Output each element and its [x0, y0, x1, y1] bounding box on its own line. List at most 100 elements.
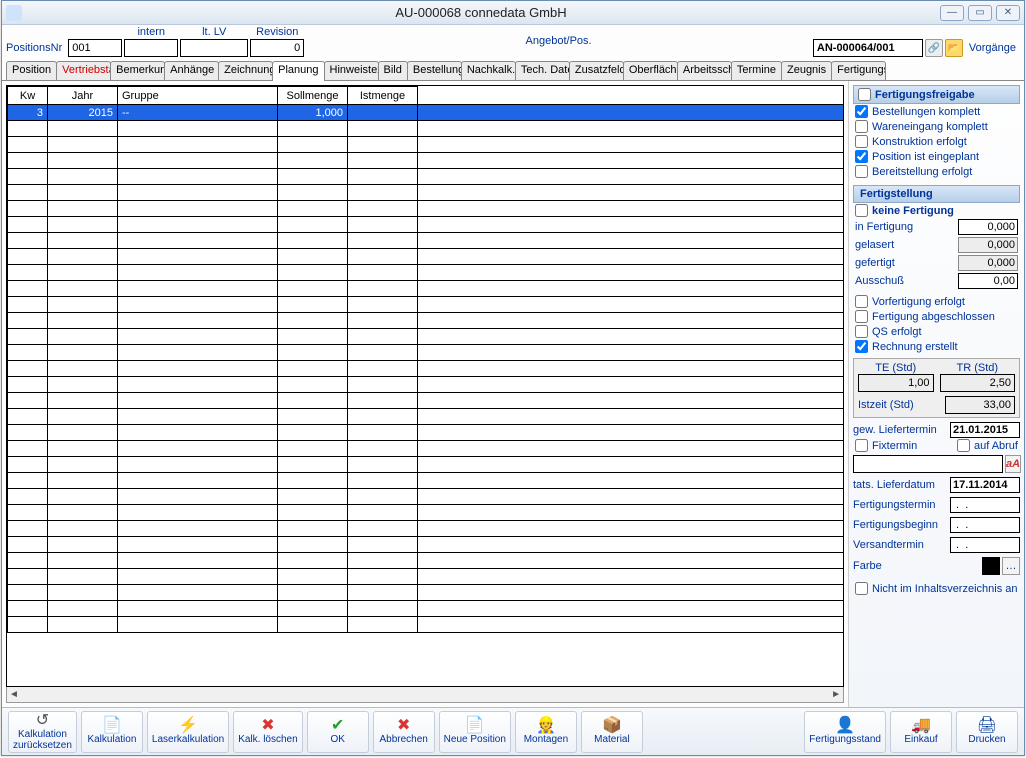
btn-kalkulation[interactable]: 📄Kalkulation — [81, 711, 143, 753]
check-rechnung-erstellt[interactable] — [855, 340, 868, 353]
field-in-fertigung[interactable] — [958, 219, 1018, 235]
horizontal-scrollbar[interactable]: ◄► — [6, 687, 844, 703]
table-row[interactable] — [8, 201, 844, 217]
fixtermin-checkbox[interactable] — [855, 439, 868, 452]
tats-lieferdatum-input[interactable] — [950, 477, 1020, 493]
tab-zeichnung[interactable]: Zeichnung — [218, 61, 273, 80]
btn-laserkalkulation[interactable]: ⚡Laserkalkulation — [147, 711, 229, 753]
positionsnr-input[interactable] — [68, 39, 122, 57]
table-row[interactable] — [8, 569, 844, 585]
table-row[interactable] — [8, 489, 844, 505]
tab-bemerkung[interactable]: Bemerkung — [110, 61, 165, 80]
btn-abbrechen[interactable]: ✖Abbrechen — [373, 711, 435, 753]
keine-fertigung-checkbox[interactable] — [855, 204, 868, 217]
table-row[interactable] — [8, 137, 844, 153]
tab-termine[interactable]: Termine — [731, 61, 782, 80]
tab-position[interactable]: Position — [6, 61, 57, 80]
tab-vertriebsta[interactable]: Vertriebsta — [56, 61, 111, 80]
maximize-button[interactable]: ▭ — [968, 5, 992, 21]
btn-ok[interactable]: ✔OK — [307, 711, 369, 753]
check-konstruktion-erfolgt[interactable] — [855, 135, 868, 148]
table-row[interactable] — [8, 249, 844, 265]
auf-abruf-checkbox[interactable] — [957, 439, 970, 452]
tab-nachkalk.[interactable]: Nachkalk. — [461, 61, 516, 80]
table-row[interactable] — [8, 505, 844, 521]
col-kw[interactable]: Kw — [8, 87, 48, 105]
table-row[interactable] — [8, 345, 844, 361]
table-row[interactable] — [8, 169, 844, 185]
table-row[interactable] — [8, 233, 844, 249]
nicht-iv-checkbox[interactable] — [855, 582, 868, 595]
planning-grid[interactable]: KwJahrGruppeSollmengeIstmenge32015--1,00… — [6, 85, 844, 687]
table-row[interactable] — [8, 617, 844, 633]
tab-planung[interactable]: Planung — [272, 61, 324, 81]
color-ellipsis-button[interactable]: … — [1002, 557, 1020, 575]
btn-einkauf[interactable]: 🚚Einkauf — [890, 711, 952, 753]
minimize-button[interactable]: — — [940, 5, 964, 21]
btn-neue-position[interactable]: 📄Neue Position — [439, 711, 511, 753]
btn-material[interactable]: 📦Material — [581, 711, 643, 753]
table-row[interactable] — [8, 425, 844, 441]
tab-arbeitssch[interactable]: Arbeitssch — [677, 61, 732, 80]
font-icon[interactable]: aA — [1005, 455, 1021, 473]
btn-drucken[interactable]: 🖨Drucken — [956, 711, 1018, 753]
tab-zusatzfeld[interactable]: Zusatzfeld — [569, 61, 624, 80]
tab-bild[interactable]: Bild — [378, 61, 408, 80]
table-row[interactable] — [8, 409, 844, 425]
table-row[interactable] — [8, 281, 844, 297]
intern-input[interactable] — [124, 39, 178, 57]
table-row[interactable] — [8, 265, 844, 281]
tab-fertigungss[interactable]: Fertigungss — [831, 61, 886, 80]
fertigungsbeginn-input[interactable] — [950, 517, 1020, 533]
btn-fertigungsstand[interactable]: 👤Fertigungsstand — [804, 711, 886, 753]
vorgaenge-link[interactable]: Vorgänge — [969, 42, 1016, 54]
table-row[interactable]: 32015--1,000 — [8, 105, 844, 121]
ltlv-input[interactable] — [180, 39, 248, 57]
table-row[interactable] — [8, 601, 844, 617]
tab-hinweistext[interactable]: Hinweistext — [324, 61, 379, 80]
angebot-input[interactable] — [813, 39, 923, 57]
check-bereitstellung-erfolgt[interactable] — [855, 165, 868, 178]
table-row[interactable] — [8, 553, 844, 569]
folder-icon[interactable]: 📂 — [945, 39, 963, 57]
table-row[interactable] — [8, 361, 844, 377]
btn-montagen[interactable]: 👷Montagen — [515, 711, 577, 753]
col-jahr[interactable]: Jahr — [48, 87, 118, 105]
table-row[interactable] — [8, 297, 844, 313]
gew-liefertermin-input[interactable] — [950, 422, 1020, 438]
check-wareneingang-komplett[interactable] — [855, 120, 868, 133]
table-row[interactable] — [8, 393, 844, 409]
table-row[interactable] — [8, 185, 844, 201]
freigabe-checkbox[interactable] — [858, 88, 871, 101]
table-row[interactable] — [8, 153, 844, 169]
check-bestellungen-komplett[interactable] — [855, 105, 868, 118]
col-gruppe[interactable]: Gruppe — [118, 87, 278, 105]
tab-anhänge[interactable]: Anhänge — [164, 61, 219, 80]
table-row[interactable] — [8, 217, 844, 233]
btn-kalk.-löschen[interactable]: ✖Kalk. löschen — [233, 711, 302, 753]
tab-bestellung[interactable]: Bestellung — [407, 61, 462, 80]
check-vorfertigung-erfolgt[interactable] — [855, 295, 868, 308]
table-row[interactable] — [8, 121, 844, 137]
versandtermin-input[interactable] — [950, 537, 1020, 553]
table-row[interactable] — [8, 521, 844, 537]
check-position-ist-eingeplant[interactable] — [855, 150, 868, 163]
col-sollmenge[interactable]: Sollmenge — [278, 87, 348, 105]
revision-input[interactable] — [250, 39, 304, 57]
btn-kalkulation[interactable]: ↺Kalkulationzurücksetzen — [8, 711, 77, 753]
tab-zeugnis[interactable]: Zeugnis — [781, 61, 832, 80]
check-fertigung-abgeschlossen[interactable] — [855, 310, 868, 323]
table-row[interactable] — [8, 585, 844, 601]
table-row[interactable] — [8, 377, 844, 393]
fertigungstermin-input[interactable] — [950, 497, 1020, 513]
field-ausschuß[interactable] — [958, 273, 1018, 289]
table-row[interactable] — [8, 457, 844, 473]
col-istmenge[interactable]: Istmenge — [348, 87, 418, 105]
link-icon[interactable]: 🔗 — [925, 39, 943, 57]
tab-oberfläche[interactable]: Oberfläche — [623, 61, 678, 80]
table-row[interactable] — [8, 537, 844, 553]
check-qs-erfolgt[interactable] — [855, 325, 868, 338]
abruf-text-input[interactable] — [853, 455, 1003, 473]
close-button[interactable]: ✕ — [996, 5, 1020, 21]
table-row[interactable] — [8, 329, 844, 345]
